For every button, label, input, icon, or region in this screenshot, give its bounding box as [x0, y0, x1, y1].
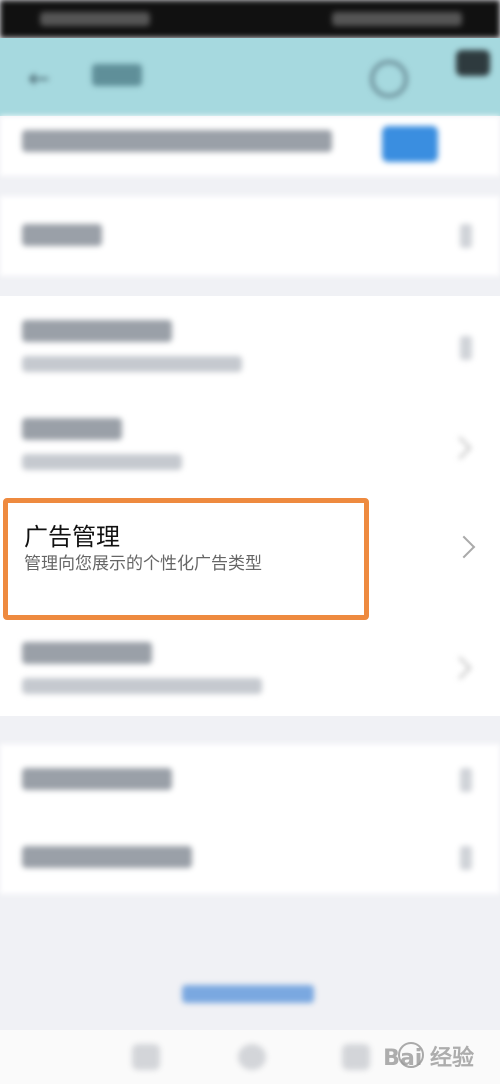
row-subtitle	[22, 454, 182, 470]
highlight-box	[3, 498, 369, 620]
status-bar-right-info	[332, 12, 462, 26]
chevron-right-icon	[448, 656, 472, 680]
row-title	[22, 418, 122, 440]
nav-recent-icon[interactable]	[342, 1044, 370, 1070]
row-title	[22, 642, 152, 664]
footer-link[interactable]	[182, 985, 314, 1003]
refresh-icon[interactable]	[370, 60, 408, 98]
settings-section-bottom	[0, 744, 500, 894]
chat-icon[interactable]	[456, 50, 490, 76]
chevron-right-icon	[460, 336, 472, 360]
row-title	[22, 768, 172, 790]
chevron-right-icon	[460, 846, 472, 870]
row-title	[22, 846, 192, 868]
chevron-right-icon	[452, 535, 476, 559]
row-subtitle	[22, 356, 242, 372]
row-subtitle	[22, 678, 262, 694]
chevron-right-icon	[460, 768, 472, 792]
watermark: Bai 经验	[383, 1046, 474, 1071]
settings-row-1[interactable]	[0, 196, 500, 276]
settings-row-3[interactable]	[0, 396, 500, 496]
status-bar	[0, 0, 500, 38]
banner-text	[22, 130, 332, 152]
row-title	[22, 224, 102, 246]
top-banner-row	[0, 116, 500, 176]
row-title	[22, 320, 172, 342]
nav-back-icon[interactable]	[132, 1044, 160, 1070]
settings-row-5[interactable]	[0, 620, 500, 716]
chevron-right-icon	[460, 224, 472, 248]
bottom-nav: Bai 经验	[0, 1030, 500, 1084]
status-bar-left-info	[40, 12, 150, 26]
app-header: ←	[0, 38, 500, 116]
header-title	[92, 64, 142, 86]
back-arrow-icon[interactable]: ←	[28, 64, 50, 94]
banner-action-button[interactable]	[382, 126, 438, 162]
chevron-right-icon	[448, 436, 472, 460]
nav-home-icon[interactable]	[238, 1044, 266, 1070]
